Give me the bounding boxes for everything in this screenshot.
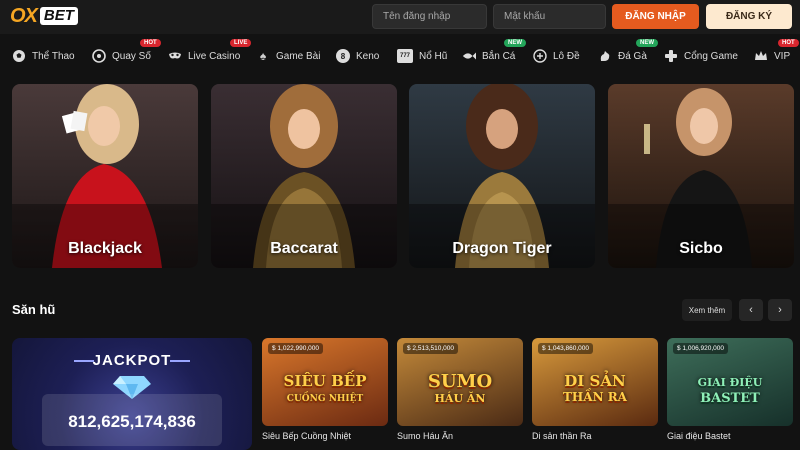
jackpot-amount: $ 1,043,860,000 [538,343,593,354]
nav-label: Live Casino [188,50,241,62]
nav-label: Keno [356,50,380,62]
logo-bet-text: BET [39,7,78,25]
main-nav: Thể Thao Quay Số HOT Live Casino LIVE ♠ … [0,39,800,72]
game-art-title: DI SẢN THẦN RA [562,372,627,405]
jackpot-amount: $ 2,513,510,000 [403,343,458,354]
rooster-icon [598,49,612,63]
jackpot-amount: $ 1,022,990,000 [268,343,323,354]
game-tile-di-san-than-ra[interactable]: $ 1,043,860,000 DI SẢN THẦN RA [532,338,658,426]
game-name: Di sản thần Ra [532,431,592,441]
slot-777-icon: 777 [397,49,413,63]
nav-label: Nổ Hũ [419,50,448,62]
nav-item-da-ga[interactable]: Đá Gà NEW [598,39,658,63]
game-name: Siêu Bếp Cuồng Nhiệt [262,431,352,441]
game-art-title: SIÊU BẾP CUỒNG NHIỆT [283,372,367,405]
nav-item-game-bai[interactable]: ♠ Game Bài [256,49,321,63]
nav-item-the-thao[interactable]: Thể Thao [12,49,75,63]
live-badge: LIVE [230,39,252,47]
crown-icon [754,49,768,63]
card-label: Blackjack [68,240,142,257]
see-more-button[interactable]: Xem thêm [682,299,732,321]
top-header: OX BET ĐĂNG NHẬP ĐĂNG KÝ [0,0,800,34]
game-name: Giai điệu Bastet [667,431,731,441]
spade-icon: ♠ [259,49,267,63]
nav-label: Game Bài [276,50,321,62]
keno-ball-icon: 8 [336,49,350,63]
game-tile-sieu-bep[interactable]: $ 1,022,990,000 SIÊU BẾP CUỒNG NHIỆT [262,338,388,426]
casino-card-sicbo[interactable]: Sicbo [608,84,794,268]
nav-item-live-casino[interactable]: Live Casino LIVE [168,39,252,63]
gamepad-icon [664,49,678,63]
nav-label: Lô Đề [553,50,580,62]
nav-label: VIP [774,50,791,62]
next-arrow-button[interactable]: › [768,299,792,321]
nav-item-cong-game[interactable]: Cổng Game [664,49,738,63]
section-title: Săn hũ [12,302,56,317]
lottery-ball-icon [92,49,106,63]
card-label: Baccarat [270,240,338,257]
username-input[interactable] [372,4,487,29]
mask-icon [168,49,182,63]
nav-item-vip[interactable]: VIP HOT [754,39,799,63]
card-label: Dragon Tiger [452,240,552,257]
nav-label: Cổng Game [684,50,738,62]
prev-arrow-button[interactable]: ‹ [739,299,763,321]
nav-item-ban-ca[interactable]: Bắn Cá NEW [462,39,526,63]
jackpot-banner[interactable]: JACKPOT 812,625,174,836 [12,338,252,450]
new-badge: NEW [504,39,526,47]
jackpot-amount: $ 1,006,920,000 [673,343,728,354]
site-logo[interactable]: OX BET [10,5,78,27]
nav-item-no-hu[interactable]: 777 Nổ Hũ [397,49,447,63]
chevron-right-icon: › [778,304,782,316]
game-tile-sumo[interactable]: $ 2,513,510,000 SUMO HÁU ĂN [397,338,523,426]
nav-label: Bắn Cá [482,50,516,62]
casino-card-blackjack[interactable]: Blackjack [12,84,198,268]
casino-card-baccarat[interactable]: Baccarat [211,84,397,268]
jackpot-title: JACKPOT [92,352,172,369]
game-tile-giai-dieu-bastet[interactable]: $ 1,006,920,000 GIAI ĐIỆU BASTET [667,338,793,426]
hot-badge: HOT [140,39,161,47]
nav-item-keno[interactable]: 8 Keno [336,49,379,63]
register-button[interactable]: ĐĂNG KÝ [706,4,792,29]
password-input[interactable] [493,4,606,29]
nav-item-lo-de[interactable]: Lô Đề [533,49,580,63]
login-button[interactable]: ĐĂNG NHẬP [612,4,699,29]
casino-card-dragon-tiger[interactable]: Dragon Tiger [409,84,595,268]
new-badge: NEW [636,39,658,47]
fish-icon [462,49,476,63]
logo-ox-text: OX [10,4,38,27]
nav-label: Đá Gà [618,50,647,62]
hot-badge: HOT [778,39,799,47]
game-name: Sumo Háu Ăn [397,431,454,441]
lotto-icon [533,49,547,63]
nav-label: Quay Số [112,50,151,62]
nav-item-quay-so[interactable]: Quay Số HOT [92,39,161,63]
game-art-title: SUMO HÁU ĂN [427,371,493,406]
soccer-ball-icon [12,49,26,63]
jackpot-value: 812,625,174,836 [68,412,196,431]
card-label: Sicbo [679,240,723,257]
nav-label: Thể Thao [32,50,75,62]
game-art-title: GIAI ĐIỆU BASTET [697,376,763,406]
chevron-left-icon: ‹ [749,304,753,316]
